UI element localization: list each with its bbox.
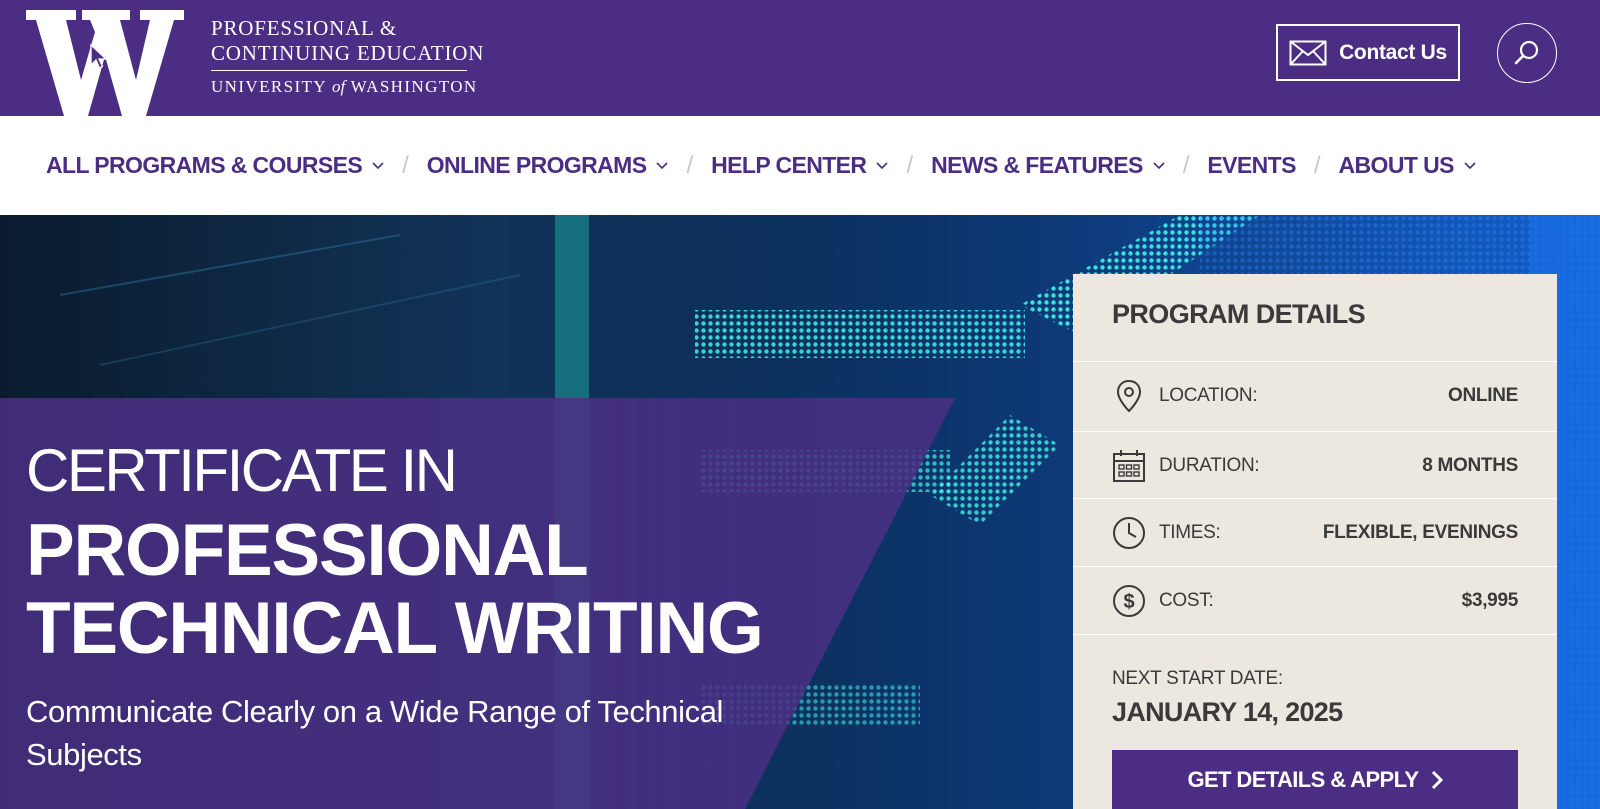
detail-value: ONLINE <box>1448 384 1518 406</box>
next-start-label: NEXT START DATE: <box>1112 668 1283 689</box>
hero-title-line-2: TECHNICAL WRITING <box>26 588 764 669</box>
chevron-down-icon <box>372 161 384 169</box>
nav-item-all-programs[interactable]: ALL PROGRAMS & COURSES <box>46 152 384 179</box>
apply-button-label: GET DETAILS & APPLY <box>1187 766 1419 792</box>
chevron-down-icon <box>876 161 889 169</box>
logo-divider <box>211 70 467 71</box>
search-button[interactable] <box>1497 23 1557 83</box>
dollar-icon: $ <box>1113 584 1145 617</box>
contact-us-label: Contact Us <box>1339 40 1447 64</box>
program-details-title: PROGRAM DETAILS <box>1112 299 1366 329</box>
detail-row-duration: DURATION: 8 MONTHS <box>1073 431 1557 499</box>
detail-value: 8 MONTHS <box>1422 454 1518 476</box>
logo-line-3: UNIVERSITY of WASHINGTON <box>211 77 478 96</box>
detail-label: TIMES: <box>1159 521 1221 543</box>
program-details-card: PROGRAM DETAILS LOCATION: ONLINE DURATIO… <box>1073 274 1557 809</box>
nav-item-news-features[interactable]: NEWS & FEATURES <box>931 152 1165 179</box>
logo-wordmark[interactable]: PROFESSIONAL & CONTINUING EDUCATION UNIV… <box>211 16 484 97</box>
nav-item-online-programs[interactable]: ONLINE PROGRAMS <box>427 152 669 179</box>
detail-value: FLEXIBLE, EVENINGS <box>1322 521 1518 543</box>
site-header: PROFESSIONAL & CONTINUING EDUCATION UNIV… <box>0 0 1600 116</box>
detail-label: COST: <box>1159 589 1214 611</box>
mouse-cursor-icon <box>90 44 108 69</box>
logo-line-2: CONTINUING EDUCATION <box>211 41 485 65</box>
get-details-apply-button[interactable]: GET DETAILS & APPLY <box>1112 750 1518 809</box>
chevron-down-icon <box>1153 161 1165 169</box>
nav-item-help-center[interactable]: HELP CENTER <box>711 152 889 179</box>
nav-separator: / <box>1313 151 1321 179</box>
search-icon <box>1514 40 1539 65</box>
chevron-right-icon <box>1431 770 1443 789</box>
detail-value: $3,995 <box>1461 589 1519 611</box>
detail-row-times: TIMES: FLEXIBLE, EVENINGS <box>1073 498 1557 566</box>
detail-divider <box>1073 634 1557 635</box>
hero-pretitle: CERTIFICATE IN <box>26 437 458 504</box>
hero-subtitle: Communicate Clearly on a Wide Range of T… <box>26 694 724 772</box>
nav-separator: / <box>1182 151 1190 179</box>
location-pin-icon <box>1116 379 1142 412</box>
main-navigation: ALL PROGRAMS & COURSES / ONLINE PROGRAMS… <box>0 116 1600 215</box>
contact-us-button[interactable]: Contact Us <box>1276 24 1460 81</box>
svg-text:$: $ <box>1123 591 1134 613</box>
next-start-date: JANUARY 14, 2025 <box>1112 697 1343 727</box>
logo-line-1: PROFESSIONAL & <box>211 16 398 40</box>
chevron-down-icon <box>1464 161 1476 169</box>
envelope-icon <box>1289 40 1327 65</box>
detail-row-location: LOCATION: ONLINE <box>1073 361 1557 429</box>
nav-item-about-us[interactable]: ABOUT US <box>1339 152 1476 179</box>
nav-separator: / <box>906 151 914 179</box>
detail-row-cost: $ COST: $3,995 <box>1073 566 1557 634</box>
hero-title-line-1: PROFESSIONAL <box>26 510 589 591</box>
nav-item-events[interactable]: EVENTS <box>1207 152 1296 179</box>
detail-label: LOCATION: <box>1159 384 1258 406</box>
clock-icon <box>1113 516 1145 549</box>
nav-separator: / <box>402 151 409 179</box>
calendar-icon <box>1113 449 1145 482</box>
nav-separator: / <box>686 151 694 179</box>
chevron-down-icon <box>656 161 669 169</box>
detail-label: DURATION: <box>1159 454 1260 476</box>
